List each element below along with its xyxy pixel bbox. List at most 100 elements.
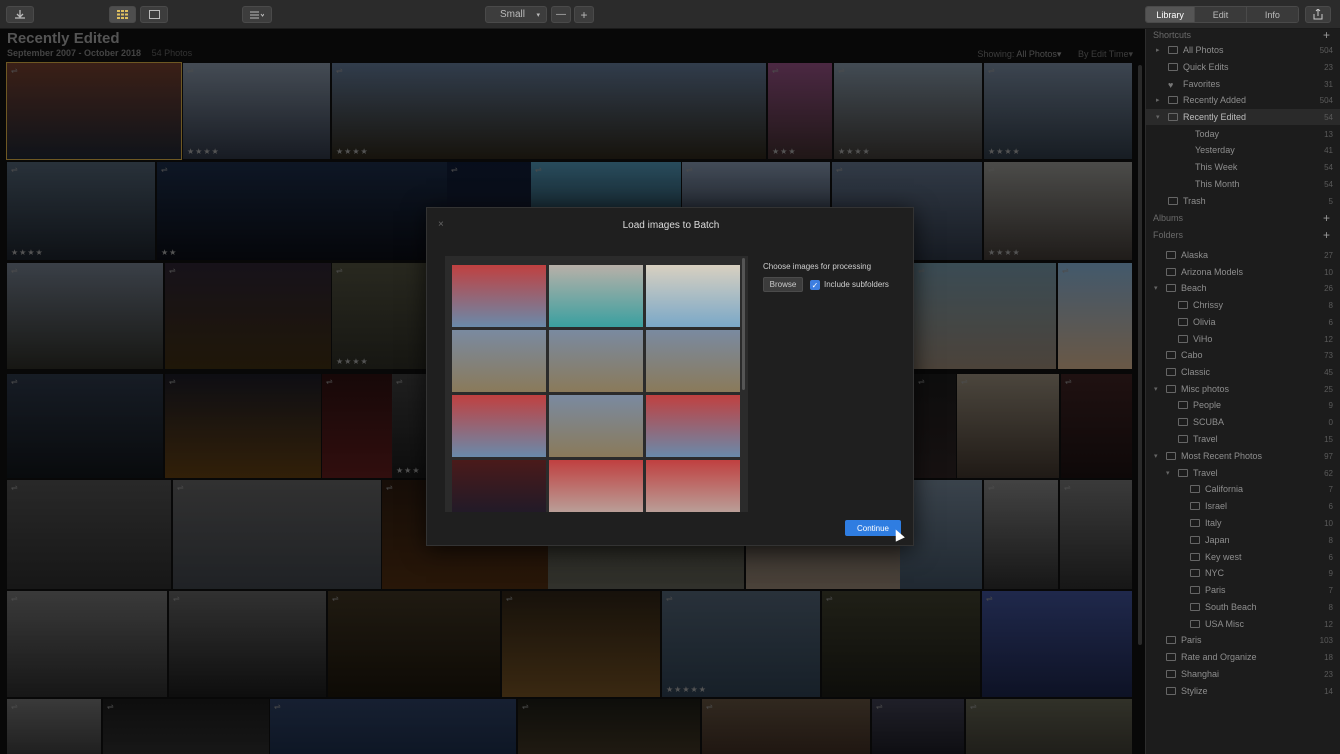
sidebar-folder-people[interactable]: People 9	[1146, 397, 1340, 413]
sidebar-folder-south-beach[interactable]: South Beach 8	[1146, 599, 1340, 615]
sidebar-folder-rate-and-organize[interactable]: Rate and Organize 18	[1146, 649, 1340, 665]
browse-button[interactable]: Browse	[763, 277, 803, 292]
batch-thumbnail[interactable]	[452, 265, 546, 327]
sidebar-item-favorites[interactable]: ♥ Favorites 31	[1146, 76, 1340, 92]
sidebar-item-yesterday[interactable]: Yesterday 41	[1146, 142, 1340, 158]
sidebar-folder-nyc[interactable]: NYC 9	[1146, 565, 1340, 581]
sidebar-folder-alaska[interactable]: Alaska 27	[1146, 247, 1340, 263]
grid-view-button[interactable]	[109, 6, 136, 23]
size-select[interactable]: Small ▾	[485, 6, 547, 23]
batch-thumbnail[interactable]	[549, 265, 643, 327]
disclosure-triangle-icon[interactable]: ▾	[1156, 113, 1160, 121]
sidebar-folder-travel[interactable]: ▾ Travel 62	[1146, 465, 1340, 481]
sidebar-folder-scuba[interactable]: SCUBA 0	[1146, 414, 1340, 430]
sidebar-folder-arizona-models[interactable]: Arizona Models 10	[1146, 264, 1340, 280]
sidebar-item-label: Most Recent Photos	[1181, 451, 1263, 461]
batch-thumbnail[interactable]	[452, 395, 546, 457]
sidebar-item-this-week[interactable]: This Week 54	[1146, 159, 1340, 175]
batch-thumbnail[interactable]	[646, 395, 740, 457]
folders-header: Folders	[1153, 230, 1184, 240]
import-button[interactable]	[6, 6, 34, 23]
sidebar-item-count: 41	[1324, 145, 1333, 155]
batch-thumbnail[interactable]	[549, 395, 643, 457]
sidebar-folder-california[interactable]: California 7	[1146, 481, 1340, 497]
sidebar-item-label: Today	[1195, 129, 1220, 139]
disclosure-triangle-icon[interactable]: ▸	[1156, 96, 1160, 104]
sidebar-item-count: 7	[1328, 484, 1333, 494]
add-shortcut-button[interactable]: +	[1323, 28, 1330, 42]
include-subfolders-checkbox[interactable]: ✓	[810, 280, 820, 290]
batch-thumbnail[interactable]	[549, 330, 643, 392]
sidebar-item-this-month[interactable]: This Month 54	[1146, 176, 1340, 192]
sidebar-folder-japan[interactable]: Japan 8	[1146, 532, 1340, 548]
single-view-button[interactable]	[140, 6, 168, 23]
sidebar-item-recently-edited[interactable]: ▾ Recently Edited 54	[1146, 109, 1340, 125]
sidebar-folder-israel[interactable]: Israel 6	[1146, 498, 1340, 514]
dialog-title: Load images to Batch	[622, 220, 720, 231]
download-icon	[15, 9, 25, 19]
sidebar-folder-chrissy[interactable]: Chrissy 8	[1146, 297, 1340, 313]
sidebar-folder-usa-misc[interactable]: USA Misc 12	[1146, 616, 1340, 632]
sidebar-folder-misc-photos[interactable]: ▾ Misc photos 25	[1146, 381, 1340, 397]
sidebar-item-quick-edits[interactable]: Quick Edits 23	[1146, 59, 1340, 75]
sidebar-item-count: 23	[1324, 669, 1333, 679]
add-folder-button[interactable]: +	[1323, 228, 1330, 242]
batch-thumbnail-panel[interactable]	[445, 256, 748, 512]
share-button[interactable]	[1305, 6, 1331, 23]
batch-thumbnail[interactable]	[452, 330, 546, 392]
sidebar-folder-stylize[interactable]: Stylize 14	[1146, 683, 1340, 699]
batch-thumbnail[interactable]	[646, 460, 740, 512]
sidebar-folder-key-west[interactable]: Key west 6	[1146, 549, 1340, 565]
tab-edit[interactable]: Edit	[1195, 7, 1247, 22]
sidebar-item-recently-added[interactable]: ▸ Recently Added 504	[1146, 92, 1340, 108]
sidebar-folder-classic[interactable]: Classic 45	[1146, 364, 1340, 380]
sidebar-item-label: Misc photos	[1181, 384, 1230, 394]
sidebar-folder-travel[interactable]: Travel 15	[1146, 431, 1340, 447]
add-album-button[interactable]: +	[1323, 211, 1330, 225]
sidebar-item-count: 103	[1319, 635, 1333, 645]
disclosure-triangle-icon[interactable]: ▾	[1154, 385, 1158, 393]
sidebar-item-trash[interactable]: Trash 5	[1146, 193, 1340, 209]
thumbnail-scrollbar[interactable]	[742, 258, 745, 390]
tab-info[interactable]: Info	[1246, 7, 1298, 22]
sidebar-item-label: Chrissy	[1193, 300, 1224, 310]
disclosure-triangle-icon[interactable]: ▾	[1154, 452, 1158, 460]
batch-thumbnail[interactable]	[646, 265, 740, 327]
sidebar-folder-beach[interactable]: ▾ Beach 26	[1146, 280, 1340, 296]
sidebar-item-count: 0	[1328, 417, 1333, 427]
zoom-out-button[interactable]: —	[551, 6, 571, 23]
disclosure-triangle-icon[interactable]: ▾	[1166, 469, 1170, 477]
calendar-icon	[1180, 146, 1190, 154]
sidebar-folder-italy[interactable]: Italy 10	[1146, 515, 1340, 531]
sort-button[interactable]	[242, 6, 272, 23]
folder-icon	[1166, 636, 1176, 644]
batch-thumbnail[interactable]	[646, 330, 740, 392]
sidebar-item-label: Paris	[1181, 635, 1202, 645]
folder-icon	[1178, 335, 1188, 343]
batch-thumbnail[interactable]	[452, 460, 546, 512]
sidebar-item-label: Travel	[1193, 434, 1218, 444]
grid-scrollbar[interactable]	[1138, 65, 1142, 645]
disclosure-triangle-icon[interactable]: ▸	[1156, 46, 1160, 54]
sidebar-item-label: Olivia	[1193, 317, 1216, 327]
sidebar-folder-viho[interactable]: ViHo 12	[1146, 331, 1340, 347]
sidebar-item-label: Travel	[1193, 468, 1218, 478]
sidebar-folder-cabo[interactable]: Cabo 73	[1146, 347, 1340, 363]
batch-thumbnail[interactable]	[549, 460, 643, 512]
sidebar-item-label: Quick Edits	[1183, 62, 1229, 72]
tab-library[interactable]: Library	[1146, 7, 1196, 22]
sidebar-folder-paris[interactable]: Paris 7	[1146, 582, 1340, 598]
disclosure-triangle-icon[interactable]: ▾	[1154, 284, 1158, 292]
folder-icon	[1166, 284, 1176, 292]
sidebar-folder-shanghai[interactable]: Shanghai 23	[1146, 666, 1340, 682]
sidebar-folder-most-recent-photos[interactable]: ▾ Most Recent Photos 97	[1146, 448, 1340, 464]
sidebar-folder-paris[interactable]: Paris 103	[1146, 632, 1340, 648]
folder-icon	[1166, 251, 1176, 259]
sidebar-item-all-photos[interactable]: ▸ All Photos 504	[1146, 42, 1340, 58]
zoom-in-button[interactable]: +	[574, 6, 594, 23]
sidebar-item-label: Beach	[1181, 283, 1207, 293]
sidebar-item-label: This Week	[1195, 162, 1238, 172]
sidebar-item-today[interactable]: Today 13	[1146, 126, 1340, 142]
sidebar-folder-olivia[interactable]: Olivia 6	[1146, 314, 1340, 330]
sidebar-item-count: 5	[1328, 196, 1333, 206]
